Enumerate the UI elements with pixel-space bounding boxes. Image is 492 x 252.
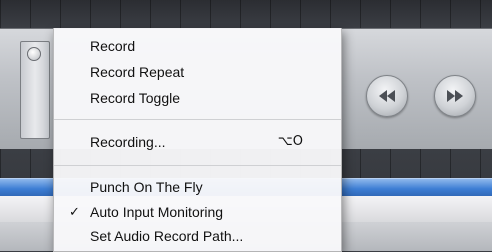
menu-item-label: Recording... <box>90 134 166 150</box>
rewind-icon <box>379 90 395 102</box>
menu-item-auto-input-monitoring[interactable]: ✓ Auto Input Monitoring <box>54 202 341 222</box>
menu-item-set-audio-record-path[interactable]: Set Audio Record Path... <box>54 226 341 246</box>
fast-forward-icon <box>447 90 463 102</box>
menu-item-record-toggle[interactable]: Record Toggle <box>54 88 341 108</box>
arrange-grid-top <box>0 0 492 28</box>
menu-item-label: Record <box>90 38 136 54</box>
menu-item-punch-on-the-fly[interactable]: Punch On The Fly <box>54 177 341 197</box>
menu-item-label: Record Toggle <box>90 90 181 106</box>
checkmark-icon: ✓ <box>69 204 80 219</box>
menu-item-record-repeat[interactable]: Record Repeat <box>54 62 341 82</box>
menu-item-shortcut: ⌥O <box>277 134 303 149</box>
record-context-menu: Record Record Repeat Record Toggle Recor… <box>53 28 342 252</box>
menu-item-label: Auto Input Monitoring <box>90 204 224 220</box>
menu-item-recording-settings[interactable]: Recording... ⌥O <box>54 132 341 152</box>
panel-knob-icon[interactable] <box>27 47 41 61</box>
transport-lcd-panel[interactable] <box>20 41 50 139</box>
menu-item-label: Punch On The Fly <box>90 179 203 195</box>
fast-forward-button[interactable] <box>434 75 476 117</box>
rewind-button[interactable] <box>366 75 408 117</box>
menu-item-label: Record Repeat <box>90 64 185 80</box>
menu-item-record[interactable]: Record <box>54 36 341 56</box>
menu-separator <box>54 119 341 120</box>
menu-item-label: Set Audio Record Path... <box>90 228 244 244</box>
menu-separator <box>54 165 341 166</box>
